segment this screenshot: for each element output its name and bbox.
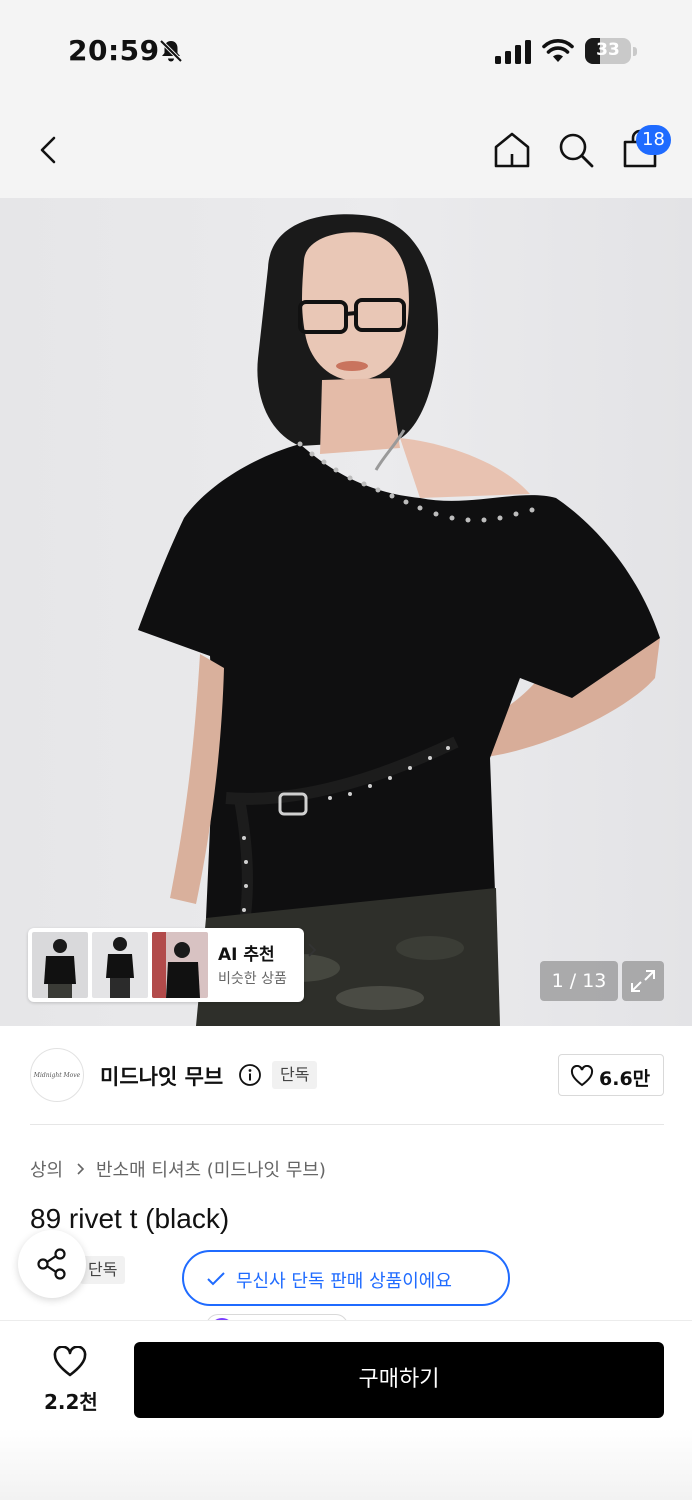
product-image-carousel[interactable]: AI 추천 비슷한 상품 1 / 13 — [0, 198, 692, 1026]
wifi-icon — [542, 39, 574, 62]
status-time: 20:59 — [68, 34, 160, 67]
product-like-count: 2.2천 — [44, 1390, 98, 1414]
brand-like-count: 6.6만 — [599, 1068, 651, 1090]
cart-count-badge[interactable]: 18 — [636, 125, 671, 155]
share-icon — [37, 1248, 66, 1280]
brand-logo[interactable]: Midnight Move — [30, 1048, 84, 1102]
exclusive-notice-text: 무신사 단독 판매 상품이에요 — [236, 1271, 452, 1292]
divider — [30, 1124, 664, 1125]
search-icon[interactable] — [556, 130, 596, 170]
heart-icon — [570, 1065, 594, 1087]
exclusive-tag: 단독 — [272, 1061, 318, 1089]
signal-icon — [495, 40, 531, 64]
brand-name[interactable]: 미드나잇 무브 — [100, 1061, 223, 1091]
ai-recommendation-card[interactable]: AI 추천 비슷한 상품 — [28, 928, 317, 1002]
brand-like-button[interactable]: 6.6만 — [558, 1054, 664, 1096]
exclusive-tag: 단독 — [80, 1256, 126, 1284]
battery-icon: 33 — [585, 38, 637, 64]
breadcrumb-item[interactable]: 상의 — [30, 1156, 63, 1182]
expand-icon — [631, 970, 655, 992]
info-icon[interactable] — [238, 1063, 262, 1087]
ai-thumbnail[interactable] — [92, 932, 148, 998]
product-photo — [138, 214, 660, 1026]
top-nav-bar: 18 — [0, 100, 692, 198]
battery-level: 33 — [596, 40, 620, 60]
image-counter: 1 / 13 — [540, 961, 618, 1001]
chevron-right-icon — [308, 943, 317, 957]
home-icon[interactable] — [492, 130, 532, 170]
exclusive-notice-pill: 무신사 단독 판매 상품이에요 — [182, 1250, 510, 1306]
ai-recommendation-subtitle: 비슷한 상품 — [218, 971, 287, 987]
ai-recommendation-title: AI 추천 — [218, 945, 275, 965]
expand-button[interactable] — [622, 961, 664, 1001]
chevron-right-icon — [77, 1163, 85, 1175]
bell-slash-icon — [159, 39, 183, 63]
ai-thumbnail[interactable] — [152, 932, 208, 998]
ai-thumbnail[interactable] — [32, 932, 88, 998]
status-bar: 20:59 33 — [0, 0, 692, 100]
buy-button[interactable]: 구매하기 — [134, 1342, 664, 1418]
back-chevron-icon[interactable] — [34, 130, 68, 170]
share-button[interactable] — [18, 1230, 86, 1298]
breadcrumb-item[interactable]: 반소매 티셔츠 (미드나잇 무브) — [96, 1156, 326, 1182]
check-icon — [207, 1272, 225, 1286]
heart-icon[interactable] — [52, 1346, 88, 1378]
